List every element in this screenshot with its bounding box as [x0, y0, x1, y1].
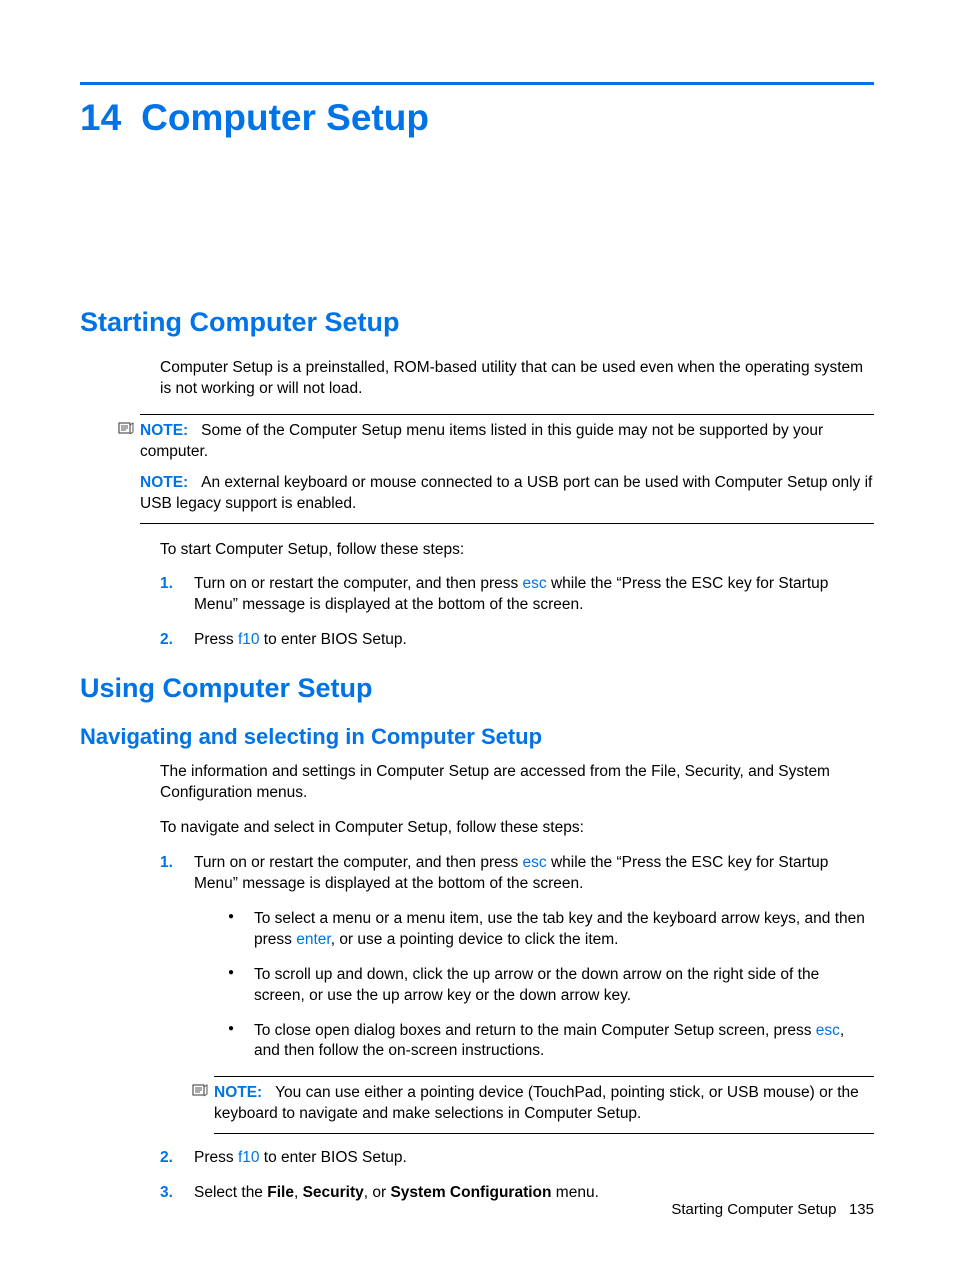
- step-number: 1.: [160, 574, 173, 595]
- footer-page-number: 135: [849, 1201, 874, 1218]
- bullet-text: To close open dialog boxes and return to…: [254, 1022, 816, 1039]
- step-text: Turn on or restart the computer, and the…: [194, 854, 523, 871]
- step-text: menu.: [552, 1184, 599, 1201]
- navigating-steps: 1. Turn on or restart the computer, and t…: [160, 853, 874, 1204]
- note-icon: [118, 421, 134, 438]
- starting-intro-para: Computer Setup is a preinstalled, ROM-ba…: [160, 358, 874, 400]
- section-starting-heading: Starting Computer Setup: [80, 307, 874, 338]
- step-text: ,: [294, 1184, 303, 1201]
- step-number: 3.: [160, 1183, 173, 1204]
- starting-steps: 1. Turn on or restart the computer, and t…: [160, 574, 874, 651]
- note-2-text: An external keyboard or mouse connected …: [140, 474, 872, 512]
- menu-system-config: System Configuration: [390, 1184, 551, 1201]
- note-1: NOTE: Some of the Computer Setup menu it…: [140, 421, 874, 463]
- note-1-text: Some of the Computer Setup menu items li…: [140, 422, 823, 460]
- menu-security: Security: [303, 1184, 364, 1201]
- step-text: to enter BIOS Setup.: [260, 631, 407, 648]
- menu-file: File: [267, 1184, 294, 1201]
- step-text: Turn on or restart the computer, and the…: [194, 575, 523, 592]
- note-label: NOTE:: [140, 474, 188, 491]
- step-1: 1. Turn on or restart the computer, and t…: [160, 574, 874, 616]
- step-number: 1.: [160, 853, 173, 874]
- bullet-scroll: To scroll up and down, click the up arro…: [228, 965, 874, 1007]
- chapter-title-text: Computer Setup: [141, 97, 429, 138]
- navigating-intro-para: The information and settings in Computer…: [160, 762, 874, 804]
- note-2: NOTE: An external keyboard or mouse conn…: [140, 473, 874, 515]
- key-f10: f10: [238, 1149, 260, 1166]
- note-label: NOTE:: [140, 422, 188, 439]
- note-block-starting: NOTE: Some of the Computer Setup menu it…: [140, 414, 874, 524]
- note-block-navigating: NOTE: You can use either a pointing devi…: [214, 1076, 874, 1134]
- step-2: 2. Press f10 to enter BIOS Setup.: [160, 630, 874, 651]
- bullet-text: To scroll up and down, click the up arro…: [254, 966, 819, 1004]
- section-using-heading: Using Computer Setup: [80, 673, 874, 704]
- note-navigating: NOTE: You can use either a pointing devi…: [214, 1083, 874, 1125]
- step-text: Press: [194, 1149, 238, 1166]
- chapter-number: 14: [80, 97, 121, 138]
- navigating-steps-intro: To navigate and select in Computer Setup…: [160, 818, 874, 839]
- step-text: Press: [194, 631, 238, 648]
- footer-section: Starting Computer Setup: [671, 1201, 836, 1218]
- bullet-text: , or use a pointing device to click the …: [331, 931, 619, 948]
- subsection-navigating-heading: Navigating and selecting in Computer Set…: [80, 724, 874, 750]
- note-text: You can use either a pointing device (To…: [214, 1084, 859, 1122]
- key-esc: esc: [523, 575, 547, 592]
- starting-steps-intro: To start Computer Setup, follow these st…: [160, 540, 874, 561]
- note-icon: [192, 1083, 208, 1102]
- step-2: 2. Press f10 to enter BIOS Setup.: [160, 1148, 874, 1169]
- bullet-select: To select a menu or a menu item, use the…: [228, 909, 874, 951]
- page-footer: Starting Computer Setup 135: [671, 1201, 874, 1218]
- key-enter: enter: [296, 931, 330, 948]
- key-esc: esc: [816, 1022, 840, 1039]
- chapter-rule: [80, 82, 874, 85]
- step-1-bullets: To select a menu or a menu item, use the…: [228, 909, 874, 1063]
- note-label: NOTE:: [214, 1084, 262, 1101]
- step-1: 1. Turn on or restart the computer, and t…: [160, 853, 874, 1134]
- step-number: 2.: [160, 630, 173, 651]
- step-text: , or: [364, 1184, 391, 1201]
- chapter-title: 14 Computer Setup: [80, 97, 874, 139]
- step-text: to enter BIOS Setup.: [260, 1149, 407, 1166]
- step-number: 2.: [160, 1148, 173, 1169]
- key-esc: esc: [523, 854, 547, 871]
- key-f10: f10: [238, 631, 260, 648]
- bullet-close: To close open dialog boxes and return to…: [228, 1021, 874, 1063]
- step-text: Select the: [194, 1184, 267, 1201]
